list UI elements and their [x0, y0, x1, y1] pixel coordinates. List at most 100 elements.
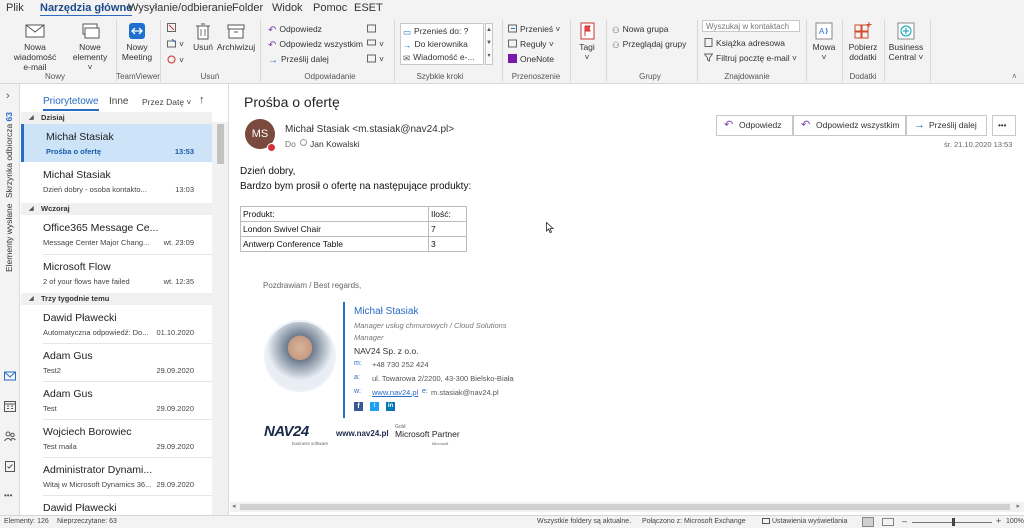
onenote-button[interactable]: OneNote — [508, 53, 554, 65]
reading-view-icon[interactable] — [882, 518, 894, 526]
archive-button[interactable]: Archiwizuj — [216, 22, 256, 52]
list-item[interactable]: Office365 Message Ce... Message Center Ma… — [21, 215, 212, 253]
filter-email-button[interactable]: Filtruj pocztę e-mail ˅ — [704, 52, 797, 64]
scroll-left-icon[interactable]: ◂ — [232, 502, 236, 510]
tab-home[interactable]: Narzędzia główne — [40, 2, 133, 17]
list-item[interactable]: Adam Gus Test 29.09.2020 — [21, 381, 212, 419]
sent-items-folder[interactable]: Elementy wysłane — [4, 203, 14, 272]
business-central-button[interactable]: Business Central ˅ — [886, 22, 926, 62]
list-item[interactable]: Microsoft Flow 2 of your flows have faile… — [21, 254, 212, 292]
tab-folder[interactable]: Folder — [232, 2, 263, 14]
junk-button[interactable]: ˅ — [167, 54, 184, 66]
list-item[interactable]: Dawid Pławecki — [21, 495, 212, 515]
quick-step-email[interactable]: ✉ Wiadomość e-... — [403, 51, 475, 63]
reply-action-button[interactable]: ↶ Odpowiedz — [716, 115, 793, 136]
list-item[interactable]: Michał Stasiak Dzień dobry - osoba kontak… — [21, 162, 212, 200]
ignore-button[interactable] — [167, 22, 179, 34]
group-header-today[interactable]: Dzisiaj — [21, 112, 212, 124]
sort-by-date-dropdown[interactable]: Przez Datę ˅ — [142, 97, 191, 107]
reply-all-action-button[interactable]: ↶ Odpowiedz wszystkim — [793, 115, 906, 136]
item-date: 13:03 — [175, 185, 194, 194]
tab-help[interactable]: Pomoc — [313, 2, 347, 14]
new-group-button[interactable]: ⚇ Nowa grupa — [612, 23, 668, 35]
twitter-icon[interactable]: t — [370, 402, 379, 411]
contact-search-input[interactable]: Wyszukaj w kontaktach — [702, 20, 800, 32]
list-item[interactable]: Wojciech Borowiec Test maila 29.09.2020 — [21, 419, 212, 457]
delete-button[interactable]: Usuń — [190, 22, 216, 52]
sender-address[interactable]: Michał Stasiak <m.stasiak@nav24.pl> — [285, 124, 454, 135]
tab-view[interactable]: Widok — [272, 2, 303, 14]
tags-button[interactable]: Tagi ˅ — [574, 22, 600, 62]
new-meeting-button[interactable]: Nowy Meeting — [118, 22, 156, 62]
linkedin-icon[interactable]: in — [386, 402, 395, 411]
signature-email-label: e: — [422, 388, 428, 395]
people-icon[interactable] — [4, 430, 16, 442]
mail-icon[interactable] — [4, 370, 16, 382]
tab-send-receive[interactable]: Wysyłanie/odbieranie — [128, 2, 232, 14]
more-respond-button[interactable]: ˅ — [367, 53, 384, 65]
quick-step-manager[interactable]: → Do kierownika — [403, 38, 468, 50]
group-header-three-weeks-ago[interactable]: Trzy tygodnie temu — [21, 293, 212, 305]
new-items-button[interactable]: Nowe elementy ˅ — [70, 22, 110, 72]
sort-direction-icon[interactable]: ↑ — [199, 94, 205, 106]
display-settings-button[interactable]: Ustawienia wyświetlania — [762, 516, 847, 528]
trash-icon — [196, 23, 210, 40]
more-apps-icon[interactable]: ••• — [4, 491, 12, 500]
zoom-slider-thumb[interactable] — [952, 518, 955, 526]
ignore-icon — [167, 23, 176, 32]
address-book-button[interactable]: Książka adresowa — [704, 37, 785, 49]
zoom-out-icon[interactable]: – — [902, 516, 907, 526]
scrollbar-thumb[interactable] — [217, 124, 224, 164]
item-date: 13:53 — [174, 147, 194, 156]
list-item[interactable]: Dawid Pławecki Automatyczna odpowiedź: Do… — [21, 305, 212, 343]
speech-button[interactable]: A Mowa ˅ — [810, 22, 838, 62]
message-list-scrollbar[interactable] — [212, 122, 228, 515]
list-item[interactable]: Administrator Dynami... Witaj w Microsoft… — [21, 457, 212, 495]
get-addins-button[interactable]: Pobierz dodatki — [845, 22, 881, 62]
im-button[interactable]: ˅ — [367, 38, 384, 50]
signature-email[interactable]: m.stasiak@nav24.pl — [431, 388, 499, 397]
new-email-button[interactable]: Nowa wiadomość e-mail — [2, 22, 68, 72]
inbox-folder[interactable]: Skrzynka odbiorcza 63 — [4, 112, 14, 198]
hscroll-thumb[interactable] — [240, 504, 1010, 510]
reply-all-button[interactable]: ↶ Odpowiedz wszystkim — [268, 38, 363, 51]
tab-other[interactable]: Inne — [109, 96, 128, 107]
forward-action-button[interactable]: → Prześlij dalej — [906, 115, 987, 136]
signature-website-link[interactable]: www.nav24.pl — [372, 388, 418, 397]
facebook-icon[interactable]: f — [354, 402, 363, 411]
rules-button[interactable]: Reguły ˅ — [508, 38, 554, 50]
group-icon: ⚇ — [612, 25, 620, 35]
reply-arrow-icon: ↶ — [724, 119, 734, 131]
item-sender: Administrator Dynami... — [43, 464, 153, 476]
menu-bar: Plik Narzędzia główne Wysyłanie/odbieran… — [0, 0, 1024, 17]
new-items-label-2: elementy ˅ — [72, 52, 108, 72]
calendar-icon[interactable] — [4, 400, 16, 412]
collapse-ribbon-icon[interactable]: ˄ — [1012, 72, 1017, 81]
tab-focused[interactable]: Priorytetowe — [43, 96, 99, 111]
forward-button[interactable]: → Prześlij dalej — [268, 53, 329, 66]
reading-pane-hscrollbar[interactable]: ◂ ▸ — [230, 502, 1024, 512]
microsoft-partner-badge: Microsoft Partner — [395, 429, 460, 439]
recipient-presence-icon — [300, 139, 307, 146]
zoom-in-icon[interactable]: + — [996, 516, 1001, 526]
quick-step-move[interactable]: ▭ Przenieś do: ? — [403, 25, 468, 37]
tab-file[interactable]: Plik — [6, 2, 24, 14]
list-item[interactable]: Michał Stasiak Prośba o ofertę 13:53 — [21, 124, 212, 162]
reply-button[interactable]: ↶ Odpowiedz — [268, 23, 322, 36]
tasks-icon[interactable] — [4, 460, 16, 472]
group-header-yesterday[interactable]: Wczoraj — [21, 203, 212, 215]
tab-eset[interactable]: ESET — [354, 2, 383, 14]
expand-folder-pane-icon[interactable]: › — [6, 90, 10, 102]
meeting-reply-button[interactable] — [367, 23, 379, 35]
recipient-name[interactable]: Jan Kowalski — [310, 139, 360, 149]
scroll-right-icon[interactable]: ▸ — [1016, 502, 1020, 510]
normal-view-icon[interactable] — [862, 517, 874, 527]
browse-groups-button[interactable]: ⚇ Przeglądaj grupy — [612, 38, 686, 50]
more-actions-button[interactable]: ••• — [992, 115, 1016, 136]
tags-chevron: ˅ — [584, 52, 590, 62]
get-addins-label-2: dodatki — [849, 52, 877, 62]
move-button[interactable]: Przenieś ˅ — [508, 23, 560, 35]
quick-steps-scroll[interactable]: ▲ ▼ ▾ — [485, 23, 493, 65]
cleanup-button[interactable]: ˅ — [167, 38, 184, 50]
list-item[interactable]: Adam Gus Test2 29.09.2020 — [21, 343, 212, 381]
